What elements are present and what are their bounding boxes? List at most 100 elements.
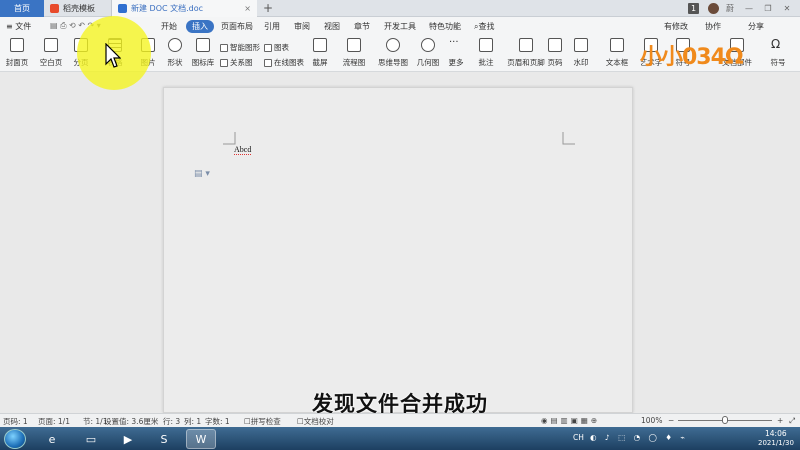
- close-window-icon[interactable]: ✕: [781, 3, 793, 14]
- tab-document[interactable]: 新建 DOC 文档.doc ×: [112, 0, 257, 17]
- status-bar: 页码: 1 页面: 1/1 节: 1/1 设置值: 3.6厘米 行: 3 列: …: [0, 413, 800, 427]
- doc-proof-button[interactable]: ☐文档校对: [297, 416, 334, 427]
- tab-template[interactable]: 稻壳模板: [44, 0, 112, 17]
- symbol-button-2[interactable]: Ω 符号: [763, 38, 793, 68]
- ime-indicator[interactable]: CH: [573, 433, 584, 442]
- menu-review[interactable]: 审阅: [294, 21, 310, 32]
- blank-page-button[interactable]: 空白页: [36, 38, 66, 68]
- status-line: 行: 3: [163, 417, 181, 426]
- fit-page-icon[interactable]: ⤢: [789, 416, 795, 426]
- zoom-out-icon[interactable]: −: [668, 416, 674, 425]
- status-page: 页码: 1: [3, 417, 28, 426]
- media-player-icon[interactable]: ▶: [113, 429, 143, 449]
- wps-writer-icon[interactable]: W: [186, 429, 216, 449]
- smart-graphic-button[interactable]: 智能图形: [220, 42, 260, 53]
- textbox-label: 文本框: [605, 58, 629, 67]
- spell-check-icon: ☐: [244, 417, 251, 426]
- tab-home-label: 首页: [14, 4, 30, 13]
- blank-page-icon: [44, 38, 58, 52]
- flowchart-button[interactable]: 流程图: [339, 38, 369, 68]
- textbox-icon: [610, 38, 624, 52]
- shape-button[interactable]: 形状: [160, 38, 190, 68]
- menu-insert[interactable]: 插入: [186, 20, 214, 33]
- page-number-icon: [548, 38, 562, 52]
- maximize-icon[interactable]: ❐: [762, 3, 774, 14]
- chart-label: 图表: [274, 43, 289, 52]
- window-count-badge[interactable]: 1: [688, 3, 699, 14]
- status-position: 设置值: 3.6厘米: [104, 417, 159, 426]
- watermark-button[interactable]: 水印: [566, 38, 596, 68]
- menu-chapter[interactable]: 章节: [354, 21, 370, 32]
- menu-page-layout[interactable]: 页面布局: [221, 21, 253, 32]
- file-menu[interactable]: ≡ 文件: [6, 21, 31, 32]
- document-text[interactable]: Abcd: [234, 145, 252, 155]
- status-pages: 页面: 1/1: [38, 417, 70, 426]
- zoom-in-icon[interactable]: +: [777, 416, 783, 425]
- textbox-button[interactable]: 文本框: [602, 38, 632, 68]
- menu-search-label: 查找: [478, 22, 495, 31]
- new-tab-icon[interactable]: +: [263, 1, 273, 15]
- docer-icon: [50, 4, 59, 13]
- comment-button[interactable]: 批注: [471, 38, 501, 68]
- modified-button[interactable]: 有修改: [664, 21, 688, 32]
- zoom-level[interactable]: 100%: [641, 416, 662, 425]
- icon-library-icon: [196, 38, 210, 52]
- tab-bar: 首页 稻壳模板 新建 DOC 文档.doc × + 1 蔚 — ❐ ✕: [0, 0, 800, 17]
- screenshot-icon: [313, 38, 327, 52]
- more-button[interactable]: ··· 更多: [441, 38, 471, 68]
- symbol-label-2: 符号: [770, 58, 786, 67]
- clock-date[interactable]: 2021/1/30: [758, 439, 794, 447]
- menu-features[interactable]: 特色功能: [429, 21, 461, 32]
- online-chart-button[interactable]: 在线图表: [264, 57, 304, 68]
- geometry-label: 几何图: [416, 58, 440, 67]
- tab-home[interactable]: 首页: [0, 0, 44, 17]
- menu-view[interactable]: 视图: [324, 21, 340, 32]
- status-col: 列: 1: [184, 417, 202, 426]
- smart-graphic-label: 智能图形: [230, 43, 260, 52]
- watermark-label: 水印: [573, 58, 589, 67]
- relation-chart-label: 关系图: [230, 58, 253, 67]
- windows-taskbar: e ▭ ▶ S W CH ◐ ♪ ⬚ ◔ ◯ ♦ ⌁ 14:06 2021/1/…: [0, 427, 800, 450]
- more-icon: ···: [449, 37, 459, 48]
- relation-chart-button[interactable]: 关系图: [220, 57, 253, 68]
- chart-button[interactable]: 图表: [264, 42, 289, 53]
- sogou-icon[interactable]: S: [149, 429, 179, 449]
- status-words[interactable]: 字数: 1: [205, 416, 230, 427]
- document-page[interactable]: [163, 87, 633, 413]
- view-mode-icons[interactable]: ◉▤▥▣▦⊕: [541, 416, 600, 425]
- paragraph-handle-icon[interactable]: ▤ ▾: [194, 169, 210, 179]
- cover-page-icon: [10, 38, 24, 52]
- minimize-icon[interactable]: —: [743, 3, 755, 14]
- mouse-pointer-icon: [105, 43, 121, 68]
- ie-icon[interactable]: e: [37, 429, 67, 449]
- doc-proof-icon: ☐: [297, 417, 304, 426]
- smart-graphic-icon: [220, 43, 228, 52]
- menu-developer[interactable]: 开发工具: [384, 21, 416, 32]
- doc-proof-label: 文档校对: [303, 417, 334, 426]
- menu-start[interactable]: 开始: [161, 21, 177, 32]
- mindmap-button[interactable]: 思维导图: [378, 38, 408, 68]
- collaborate-button[interactable]: 协作: [705, 21, 721, 32]
- tray-icons[interactable]: ◐ ♪ ⬚ ◔ ◯ ♦ ⌁: [590, 433, 688, 442]
- user-name[interactable]: 蔚: [724, 3, 736, 14]
- share-button[interactable]: 分享: [748, 21, 764, 32]
- geometry-icon: [421, 38, 435, 52]
- screenshot-label: 截屏: [312, 58, 328, 67]
- site-watermark-logo: 小小034Ω: [640, 45, 744, 70]
- close-tab-icon[interactable]: ×: [244, 4, 251, 13]
- avatar[interactable]: [708, 3, 719, 14]
- tab-template-label: 稻壳模板: [63, 4, 95, 13]
- geometry-button[interactable]: 几何图: [413, 38, 443, 68]
- clock-time[interactable]: 14:06: [765, 429, 787, 438]
- spell-check-button[interactable]: ☐拼写检查: [244, 416, 281, 427]
- icon-library-button[interactable]: 图标库: [188, 38, 218, 68]
- cover-page-button[interactable]: 封面页: [2, 38, 32, 68]
- header-footer-icon: [519, 38, 533, 52]
- menu-search[interactable]: ⌕查找: [474, 21, 494, 32]
- screenshot-button[interactable]: 截屏: [305, 38, 335, 68]
- cover-page-label: 封面页: [5, 58, 29, 67]
- start-button[interactable]: [4, 429, 26, 449]
- zoom-slider-handle[interactable]: [722, 416, 728, 424]
- file-explorer-icon[interactable]: ▭: [76, 429, 106, 449]
- menu-references[interactable]: 引用: [264, 21, 280, 32]
